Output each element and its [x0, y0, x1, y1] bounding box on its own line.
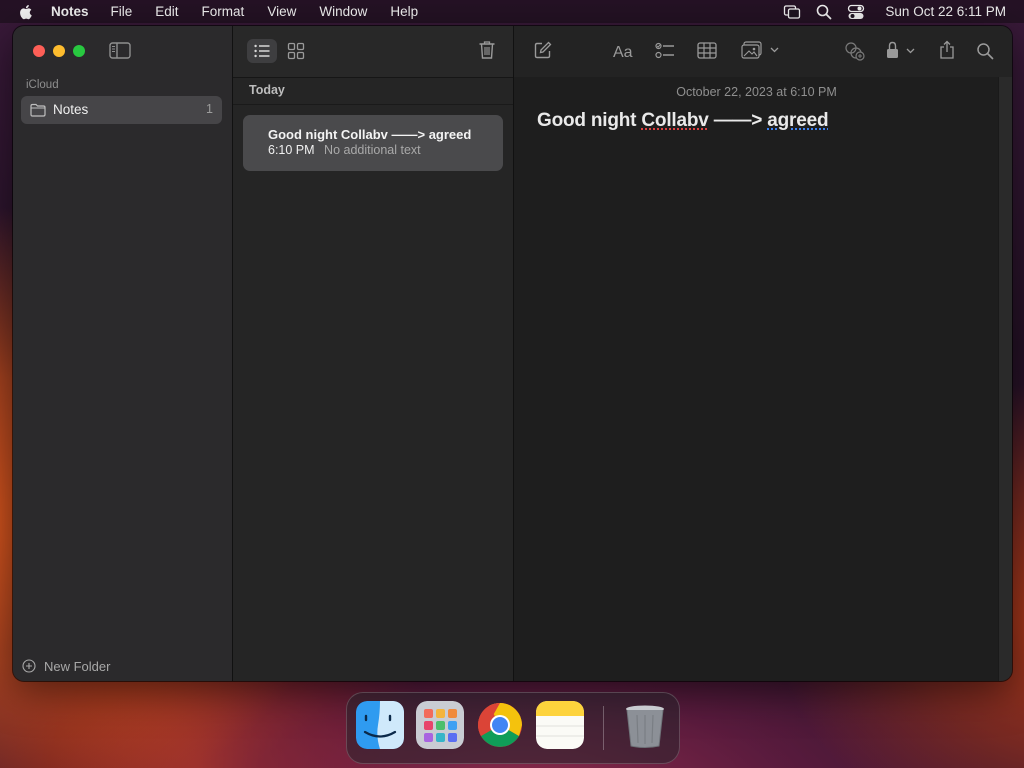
list-toolbar: [233, 26, 513, 78]
menu-bar: Notes File Edit Format View Window Help …: [0, 0, 1024, 23]
menu-format[interactable]: Format: [202, 4, 245, 19]
launchpad-icon[interactable]: [416, 701, 464, 749]
screen-mirroring-icon[interactable]: [783, 3, 801, 21]
list-view-button[interactable]: [247, 39, 277, 63]
notes-list-pane: Today Good night Collabv ——> agreed 6:10…: [233, 26, 514, 681]
note-item-time: 6:10 PM: [268, 143, 315, 157]
gallery-view-icon[interactable]: [287, 42, 305, 60]
trash-icon[interactable]: [621, 701, 669, 749]
spotlight-search-icon[interactable]: [815, 3, 833, 21]
share-icon[interactable]: [939, 40, 955, 60]
control-center-icon[interactable]: [847, 3, 865, 21]
new-note-icon[interactable]: [534, 41, 552, 59]
list-view-icon: [254, 44, 270, 58]
note-item-preview: No additional text: [324, 143, 421, 157]
note-title-part: Good night: [537, 110, 642, 131]
folders-sidebar: iCloud Notes 1 New Folder: [13, 26, 233, 681]
svg-text:Aa: Aa: [613, 44, 633, 60]
sidebar-section-icloud: iCloud: [26, 79, 59, 91]
zoom-window-button[interactable]: [73, 45, 85, 57]
close-window-button[interactable]: [33, 45, 45, 57]
notes-icon[interactable]: [536, 701, 584, 749]
sidebar-item-count: 1: [206, 102, 213, 116]
minimize-window-button[interactable]: [53, 45, 65, 57]
new-folder-label: New Folder: [44, 658, 111, 674]
editor-scrollbar[interactable]: [998, 77, 1012, 681]
menu-bar-extras: Sun Oct 22 6:11 PM: [783, 0, 1024, 23]
new-folder-button[interactable]: New Folder: [22, 657, 110, 675]
delete-note-icon[interactable]: [478, 40, 496, 60]
table-icon[interactable]: [697, 42, 717, 59]
plus-circle-icon: [22, 659, 36, 673]
text-format-icon[interactable]: Aa: [613, 42, 635, 60]
note-date: October 22, 2023 at 6:10 PM: [676, 85, 837, 99]
checklist-icon[interactable]: [655, 42, 675, 60]
media-icon[interactable]: [741, 41, 781, 60]
sidebar-item-label: Notes: [53, 102, 89, 117]
text-suggestion-word[interactable]: agreed: [767, 110, 828, 131]
menu-app-name[interactable]: Notes: [51, 4, 89, 19]
note-item-title: Good night Collabv ——> agreed: [268, 127, 472, 142]
list-divider: [233, 104, 513, 105]
sidebar-toggle-icon[interactable]: [109, 42, 131, 59]
lock-note-icon[interactable]: [885, 41, 919, 60]
notes-window: iCloud Notes 1 New Folder Today Good nig…: [13, 26, 1012, 681]
menu-help[interactable]: Help: [390, 4, 418, 19]
apple-icon[interactable]: [17, 3, 35, 21]
folder-icon: [30, 103, 46, 117]
search-icon[interactable]: [976, 42, 994, 60]
dock-separator: [603, 706, 604, 750]
dock: [346, 692, 680, 764]
note-editor-pane: Aa October 22, 2023 at 6:10 PM Good nigh…: [514, 26, 1012, 681]
note-body-title[interactable]: Good night Collabv ——> agreed: [537, 110, 829, 132]
editor-toolbar: Aa: [514, 26, 1012, 77]
menu-window[interactable]: Window: [319, 4, 367, 19]
misspelled-word[interactable]: Collabv: [641, 110, 708, 131]
list-section-today: Today: [249, 83, 285, 97]
note-list-item[interactable]: Good night Collabv ——> agreed 6:10 PM No…: [243, 115, 503, 171]
note-title-part: ——>: [708, 110, 768, 131]
menu-edit[interactable]: Edit: [155, 4, 178, 19]
sidebar-item-notes[interactable]: Notes 1: [21, 96, 222, 124]
note-item-meta: 6:10 PM No additional text: [268, 143, 421, 157]
finder-icon[interactable]: [356, 701, 404, 749]
menu-file[interactable]: File: [111, 4, 133, 19]
menu-view[interactable]: View: [267, 4, 296, 19]
chrome-icon[interactable]: [476, 701, 524, 749]
menu-bar-clock[interactable]: Sun Oct 22 6:11 PM: [885, 4, 1006, 19]
collaborate-icon[interactable]: [844, 41, 866, 61]
